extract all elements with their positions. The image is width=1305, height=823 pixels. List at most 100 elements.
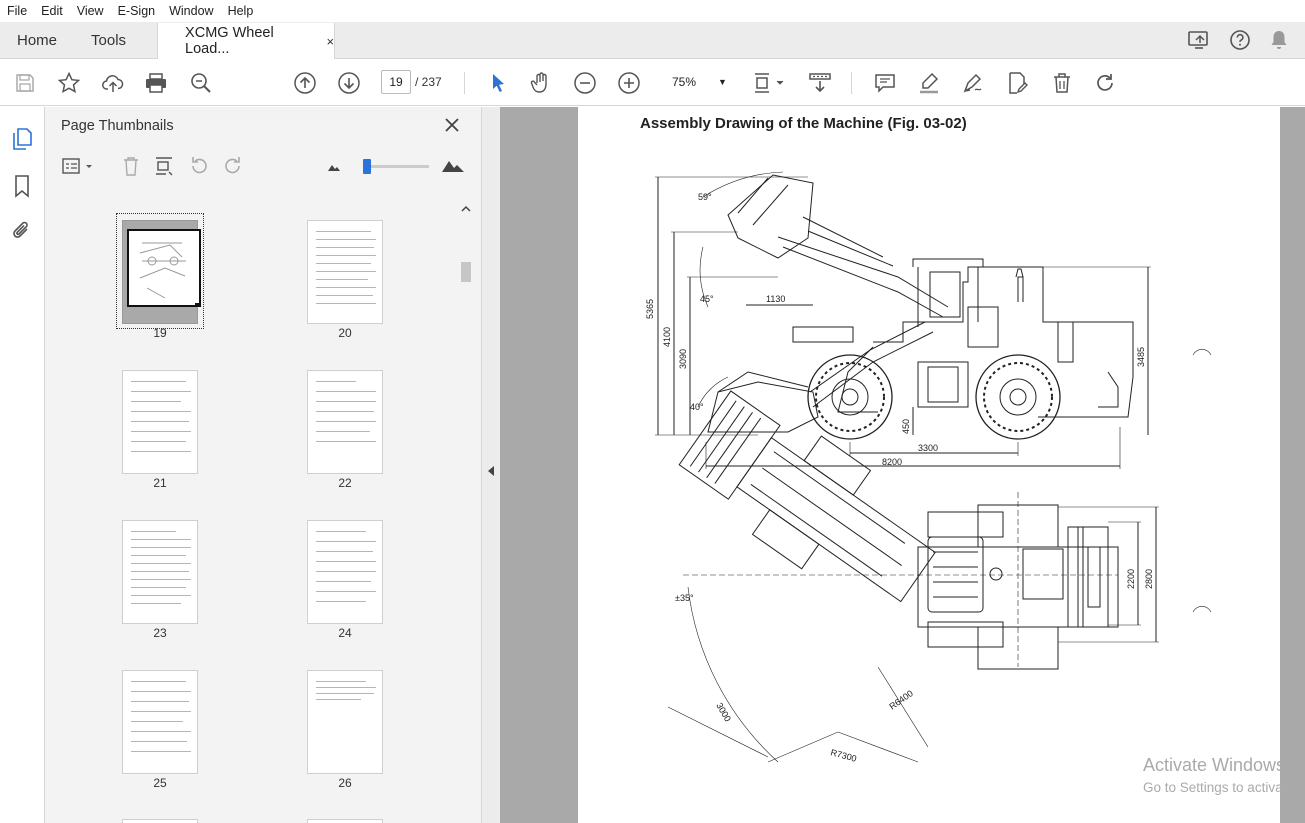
thumbnail-page-23[interactable] — [122, 520, 198, 624]
pdf-page: Assembly Drawing of the Machine (Fig. 03… — [578, 107, 1280, 823]
page-thumbnails-icon[interactable] — [10, 127, 34, 151]
dim-r7300: R7300 — [829, 747, 857, 764]
thumbnail-label: 20 — [338, 326, 352, 340]
scrollbar-thumb[interactable] — [461, 262, 471, 282]
menu-edit[interactable]: Edit — [34, 4, 70, 18]
page-fit-icon[interactable] — [752, 71, 788, 95]
comment-icon[interactable] — [873, 71, 897, 95]
insert-page-icon[interactable] — [153, 155, 175, 182]
notifications-bell-icon[interactable] — [1269, 29, 1289, 51]
thumbnail-label: 26 — [338, 776, 352, 790]
activate-windows-title: Activate Windows — [1143, 755, 1286, 775]
thumbnail-scrollbar[interactable] — [459, 202, 473, 823]
chevron-left-icon — [488, 466, 494, 476]
dim-4100: 4100 — [662, 327, 672, 347]
bookmarks-icon[interactable] — [10, 174, 34, 198]
edit-document-icon[interactable] — [1005, 71, 1029, 95]
scroll-mode-icon[interactable] — [808, 71, 832, 95]
save-icon[interactable] — [13, 71, 37, 95]
activate-windows-subtitle: Go to Settings to activate Windows. — [1143, 780, 1305, 795]
dim-2200: 2200 — [1126, 569, 1136, 589]
print-icon[interactable] — [144, 71, 168, 95]
thumbnail-page-19[interactable] — [122, 220, 201, 324]
redo-rotate-icon[interactable] — [1093, 71, 1117, 95]
menu-bar: File Edit View E-Sign Window Help — [0, 0, 1305, 22]
bookmark-star-icon[interactable] — [57, 71, 81, 95]
thumbnail-label: 25 — [153, 776, 167, 790]
highlight-pen-icon[interactable] — [917, 71, 941, 95]
thumbnail-page-21[interactable] — [122, 370, 198, 474]
rotate-clockwise-icon[interactable] — [222, 155, 244, 182]
menu-window[interactable]: Window — [162, 4, 220, 18]
tab-close-icon[interactable]: × — [326, 34, 334, 49]
tab-bar: Home Tools XCMG Wheel Load... × — [0, 22, 1305, 59]
zoom-search-icon[interactable] — [189, 71, 213, 95]
page-thumbnails-panel: Page Thumbnails 19 20 21 22 23 24 25 26 — [45, 107, 482, 823]
dim-40deg: 40° — [690, 402, 704, 412]
thumbnail-page-24[interactable] — [307, 520, 383, 624]
main-toolbar: 19 / 237 75% ▼ — [0, 60, 1305, 106]
dim-3090: 3090 — [678, 349, 688, 369]
menu-file[interactable]: File — [0, 4, 34, 18]
dim-3485: 3485 — [1136, 347, 1146, 367]
upload-cloud-icon[interactable] — [101, 71, 125, 95]
thumbnail-page-partial[interactable] — [307, 819, 383, 823]
tab-document[interactable]: XCMG Wheel Load... × — [157, 23, 336, 59]
large-thumbnail-icon[interactable] — [441, 155, 465, 180]
thumbnail-options-icon[interactable] — [61, 155, 97, 182]
dim-r6400: R6400 — [887, 688, 914, 711]
scroll-up-icon — [461, 205, 471, 212]
thumbnail-label: 23 — [153, 626, 167, 640]
small-thumbnail-icon[interactable] — [327, 159, 341, 178]
zoom-out-icon[interactable] — [573, 71, 597, 95]
thumbnail-label: 22 — [338, 476, 352, 490]
delete-trash-icon[interactable] — [1050, 71, 1074, 95]
menu-help[interactable]: Help — [221, 4, 261, 18]
dim-35deg: ±35° — [675, 593, 694, 603]
help-icon[interactable] — [1229, 29, 1251, 51]
dim-45deg: 45° — [700, 294, 714, 304]
thumbnail-size-slider[interactable] — [363, 159, 429, 174]
previous-page-icon[interactable] — [293, 71, 317, 95]
dim-1130: 1130 — [766, 294, 785, 304]
slider-handle[interactable] — [363, 159, 371, 174]
delete-page-icon[interactable] — [120, 155, 142, 182]
tab-bar-actions — [1187, 22, 1305, 58]
thumbnail-label: 21 — [153, 476, 167, 490]
thumbnail-page-25[interactable] — [122, 670, 198, 774]
zoom-level-dropdown[interactable]: 75% ▼ — [660, 70, 730, 94]
toolbar-divider — [464, 72, 465, 94]
panel-collapse-handle[interactable] — [482, 107, 500, 823]
tab-home[interactable]: Home — [0, 22, 74, 58]
page-number-input[interactable]: 19 — [381, 70, 411, 94]
attachments-paperclip-icon[interactable] — [10, 219, 34, 243]
chevron-down-icon: ▼ — [718, 77, 727, 87]
dim-8200: 8200 — [882, 457, 902, 467]
thumbnail-page-26[interactable] — [307, 670, 383, 774]
dim-450: 450 — [901, 419, 911, 434]
dim-2800: 2800 — [1144, 569, 1154, 589]
page-total-label: / 237 — [415, 75, 442, 89]
dim-59deg: 59° — [698, 192, 712, 202]
tab-tools[interactable]: Tools — [74, 22, 143, 58]
next-page-icon[interactable] — [337, 71, 361, 95]
select-cursor-icon[interactable] — [486, 71, 510, 95]
close-panel-icon[interactable] — [443, 116, 461, 139]
thumbnail-page-partial[interactable] — [122, 819, 198, 823]
zoom-level-value: 75% — [672, 75, 697, 89]
zoom-in-icon[interactable] — [617, 71, 641, 95]
share-screen-icon[interactable] — [1187, 29, 1211, 51]
thumbnail-list: 19 20 21 22 23 24 25 26 — [59, 202, 459, 823]
thumbnail-label: 24 — [338, 626, 352, 640]
rotate-counterclockwise-icon[interactable] — [188, 155, 210, 182]
toolbar-divider — [851, 72, 852, 94]
left-navigation-rail — [0, 107, 45, 823]
dim-3000: 3000 — [714, 701, 733, 723]
thumbnail-page-22[interactable] — [307, 370, 383, 474]
menu-esign[interactable]: E-Sign — [111, 4, 163, 18]
thumbnail-page-20[interactable] — [307, 220, 383, 324]
draw-pen-icon[interactable] — [961, 71, 985, 95]
menu-view[interactable]: View — [70, 4, 111, 18]
document-view[interactable]: Assembly Drawing of the Machine (Fig. 03… — [500, 107, 1305, 823]
hand-tool-icon[interactable] — [529, 71, 553, 95]
